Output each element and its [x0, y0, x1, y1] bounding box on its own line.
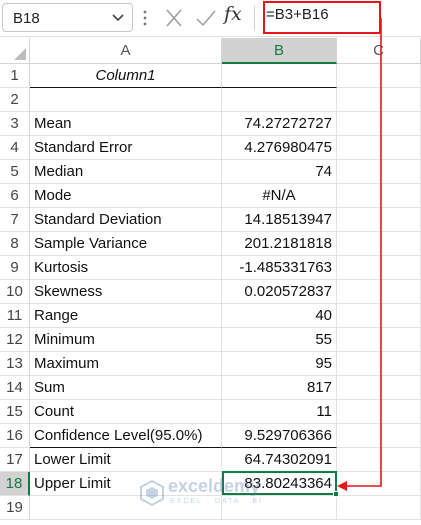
cell-c13[interactable] — [337, 352, 421, 376]
cell-a1[interactable]: Column1 — [30, 64, 222, 88]
cell-c15[interactable] — [337, 400, 421, 424]
cancel-icon[interactable] — [162, 4, 186, 32]
cell-b18[interactable]: 83.80243364 — [222, 472, 337, 496]
cell-a2[interactable] — [30, 88, 222, 112]
cell-b9[interactable]: -1.485331763 — [222, 256, 337, 280]
row-header-12[interactable]: 12 — [0, 328, 30, 352]
cell-a11[interactable]: Range — [30, 304, 222, 328]
cell-a14[interactable]: Sum — [30, 376, 222, 400]
more-options-icon[interactable] — [143, 9, 147, 27]
row-header-3[interactable]: 3 — [0, 112, 30, 136]
cell-a12[interactable]: Minimum — [30, 328, 222, 352]
name-box[interactable]: B18 — [2, 3, 133, 32]
cell-a5[interactable]: Median — [30, 160, 222, 184]
row-header-17[interactable]: 17 — [0, 448, 30, 472]
formula-bar-divider — [254, 6, 255, 30]
cell-a16[interactable]: Confidence Level(95.0%) — [30, 424, 222, 448]
row-header-19[interactable]: 19 — [0, 496, 30, 520]
row-header-10[interactable]: 10 — [0, 280, 30, 304]
cell-a7[interactable]: Standard Deviation — [30, 208, 222, 232]
row-header-7[interactable]: 7 — [0, 208, 30, 232]
cell-c11[interactable] — [337, 304, 421, 328]
cell-c7[interactable] — [337, 208, 421, 232]
cell-b1[interactable] — [222, 64, 337, 88]
cell-a18[interactable]: Upper Limit — [30, 472, 222, 496]
column-header-a[interactable]: A — [30, 38, 222, 64]
row-header-16[interactable]: 16 — [0, 424, 30, 448]
row-header-11[interactable]: 11 — [0, 304, 30, 328]
cell-a3[interactable]: Mean — [30, 112, 222, 136]
cell-a13[interactable]: Maximum — [30, 352, 222, 376]
insert-function-icon[interactable]: fx — [224, 3, 242, 25]
cell-a10[interactable]: Skewness — [30, 280, 222, 304]
row-header-2[interactable]: 2 — [0, 88, 30, 112]
row-header-8[interactable]: 8 — [0, 232, 30, 256]
cell-c2[interactable] — [337, 88, 421, 112]
row-header-15[interactable]: 15 — [0, 400, 30, 424]
cell-b7[interactable]: 14.18513947 — [222, 208, 337, 232]
name-box-value: B18 — [13, 10, 40, 27]
cell-c1[interactable] — [337, 64, 421, 88]
cell-a15[interactable]: Count — [30, 400, 222, 424]
row-header-6[interactable]: 6 — [0, 184, 30, 208]
cell-c18[interactable] — [337, 472, 421, 496]
cell-b2[interactable] — [222, 88, 337, 112]
cell-a6[interactable]: Mode — [30, 184, 222, 208]
cell-b15[interactable]: 11 — [222, 400, 337, 424]
cell-c9[interactable] — [337, 256, 421, 280]
checkmark-icon[interactable] — [194, 4, 218, 32]
cell-c4[interactable] — [337, 136, 421, 160]
cell-b14[interactable]: 817 — [222, 376, 337, 400]
cell-c3[interactable] — [337, 112, 421, 136]
cell-c17[interactable] — [337, 448, 421, 472]
cell-b11[interactable]: 40 — [222, 304, 337, 328]
cell-c12[interactable] — [337, 328, 421, 352]
cell-c14[interactable] — [337, 376, 421, 400]
row-header-18[interactable]: 18 — [0, 472, 30, 496]
select-all-button[interactable] — [0, 38, 30, 64]
chevron-down-icon[interactable] — [111, 13, 125, 23]
cell-b5[interactable]: 74 — [222, 160, 337, 184]
cell-b3[interactable]: 74.27272727 — [222, 112, 337, 136]
cell-b13[interactable]: 95 — [222, 352, 337, 376]
column-header-c[interactable]: C — [337, 38, 421, 64]
cell-c19[interactable] — [337, 496, 421, 520]
cell-b4[interactable]: 4.276980475 — [222, 136, 337, 160]
row-header-9[interactable]: 9 — [0, 256, 30, 280]
row-header-14[interactable]: 14 — [0, 376, 30, 400]
cell-c5[interactable] — [337, 160, 421, 184]
select-all-triangle-icon — [14, 48, 26, 60]
column-header-b[interactable]: B — [222, 38, 337, 64]
cell-b6[interactable]: #N/A — [222, 184, 337, 208]
cell-b17[interactable]: 64.74302091 — [222, 448, 337, 472]
row-header-1[interactable]: 1 — [0, 64, 30, 88]
row-header-5[interactable]: 5 — [0, 160, 30, 184]
cell-b19[interactable] — [222, 496, 337, 520]
cell-a19[interactable] — [30, 496, 222, 520]
cell-a8[interactable]: Sample Variance — [30, 232, 222, 256]
fill-handle[interactable] — [333, 491, 339, 497]
cell-c8[interactable] — [337, 232, 421, 256]
cell-a9[interactable]: Kurtosis — [30, 256, 222, 280]
cell-b10[interactable]: 0.020572837 — [222, 280, 337, 304]
cell-b8[interactable]: 201.2181818 — [222, 232, 337, 256]
cell-a4[interactable]: Standard Error — [30, 136, 222, 160]
cell-b12[interactable]: 55 — [222, 328, 337, 352]
row-header-13[interactable]: 13 — [0, 352, 30, 376]
cell-c16[interactable] — [337, 424, 421, 448]
cell-a17[interactable]: Lower Limit — [30, 448, 222, 472]
formula-highlight-box — [263, 1, 381, 34]
cell-c10[interactable] — [337, 280, 421, 304]
cell-c6[interactable] — [337, 184, 421, 208]
formula-bar: B18 fx =B3+B16 — [0, 0, 421, 37]
row-header-4[interactable]: 4 — [0, 136, 30, 160]
cell-b16[interactable]: 9.529706366 — [222, 424, 337, 448]
